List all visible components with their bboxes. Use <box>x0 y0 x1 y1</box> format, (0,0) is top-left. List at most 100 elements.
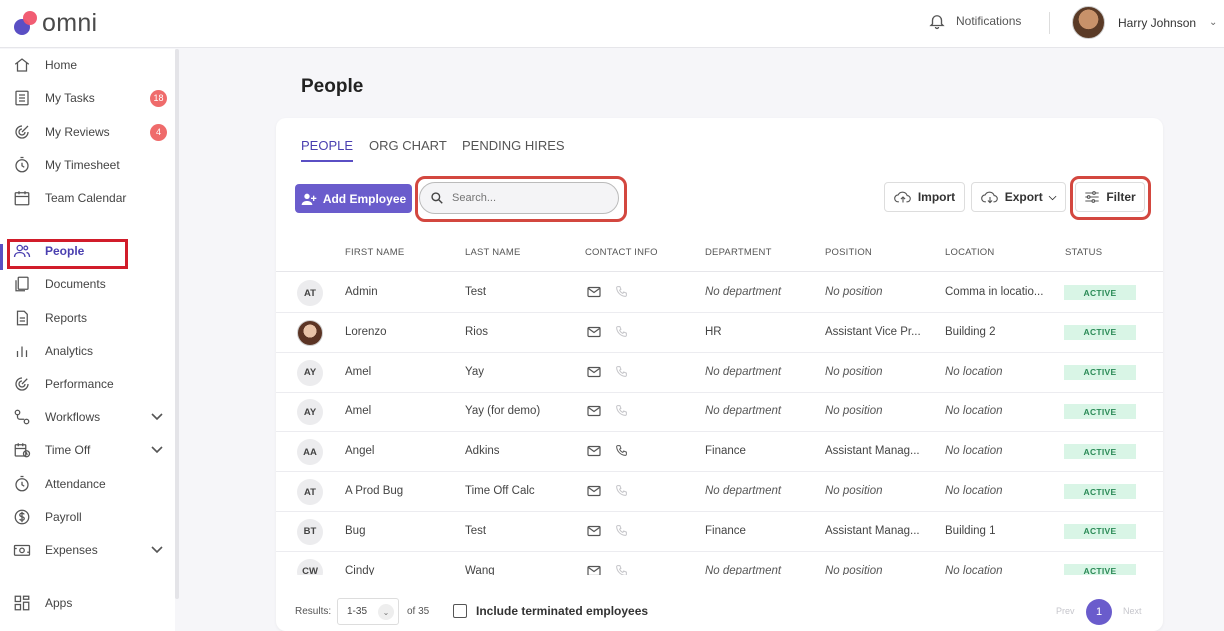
user-menu[interactable]: Harry Johnson ⌄ <box>1072 6 1217 39</box>
sidebar-item-apps[interactable]: Apps <box>0 588 175 618</box>
phone-icon[interactable] <box>615 365 628 378</box>
cell-first: Bug <box>345 524 366 537</box>
top-bar: omni Notifications Harry Johnson ⌄ <box>0 0 1224 48</box>
table-row[interactable]: CW Cindy Wang No department No position No lo… <box>276 552 1163 575</box>
sidebar-item-analytics[interactable]: Analytics <box>0 336 175 366</box>
sidebar: Home My Tasks 18 My Reviews 4 My Timesheet Tea… <box>0 49 175 631</box>
add-employee-button[interactable]: Add Employee <box>295 184 412 213</box>
chevron-down-icon[interactable] <box>151 543 163 557</box>
cell-department: HR <box>705 325 722 338</box>
sidebar-scrollbar[interactable] <box>175 49 179 599</box>
table-row[interactable]: AY Amel Yay No department No position No loca… <box>276 353 1163 393</box>
next-page-button[interactable]: Next <box>1123 606 1142 616</box>
people-table-body[interactable]: AT Admin Test No department No position Comma… <box>276 273 1163 575</box>
column-last-name[interactable]: LAST NAME <box>465 247 520 258</box>
column-location[interactable]: LOCATION <box>945 247 994 258</box>
avatar: AY <box>297 399 323 426</box>
phone-icon[interactable] <box>615 524 628 537</box>
add-user-icon <box>301 193 317 205</box>
sidebar-item-performance[interactable]: Performance <box>0 369 175 399</box>
phone-icon[interactable] <box>615 444 628 457</box>
phone-icon[interactable] <box>615 484 628 497</box>
sidebar-item-my-timesheet[interactable]: My Timesheet <box>0 150 175 180</box>
sidebar-item-label: Performance <box>45 377 114 391</box>
avatar: CW <box>297 558 323 575</box>
prev-page-button[interactable]: Prev <box>1056 606 1075 616</box>
table-row[interactable]: BT Bug Test Finance Assistant Manag... Buildi… <box>276 512 1163 552</box>
phone-icon[interactable] <box>615 564 628 575</box>
cell-position: Assistant Vice Pr... <box>825 325 921 338</box>
cell-first: Amel <box>345 405 372 418</box>
cell-department: Finance <box>705 524 746 537</box>
sidebar-item-label: Expenses <box>45 543 98 557</box>
results-range-value: 1-35 <box>347 606 368 617</box>
tab-org-chart[interactable]: ORG CHART <box>369 138 447 162</box>
table-row[interactable]: AT A Prod Bug Time Off Calc No department No… <box>276 472 1163 512</box>
email-icon[interactable] <box>587 525 601 537</box>
column-department[interactable]: DEPARTMENT <box>705 247 772 258</box>
results-range-select[interactable]: 1-35 ⌄ <box>337 598 399 625</box>
sidebar-item-label: Time Off <box>45 443 91 457</box>
chevron-down-icon: ⌄ <box>1209 17 1218 28</box>
sidebar-item-time-off[interactable]: Time Off <box>0 435 175 465</box>
notifications-button[interactable]: Notifications <box>928 12 1021 30</box>
column-position[interactable]: POSITION <box>825 247 872 258</box>
import-label: Import <box>917 190 956 204</box>
sidebar-item-reports[interactable]: Reports <box>0 303 175 333</box>
column-status[interactable]: STATUS <box>1065 247 1102 258</box>
sidebar-item-expenses[interactable]: Expenses <box>0 535 175 565</box>
omni-logo[interactable]: omni <box>12 6 97 40</box>
email-icon[interactable] <box>587 445 601 457</box>
email-icon[interactable] <box>587 405 601 417</box>
sidebar-item-attendance[interactable]: Attendance <box>0 469 175 499</box>
sidebar-item-workflows[interactable]: Workflows <box>0 402 175 432</box>
export-button[interactable]: Export ⌵ <box>971 182 1066 212</box>
include-terminated-checkbox[interactable] <box>453 604 467 618</box>
table-row[interactable]: AA Angel Adkins Finance Assistant Manag... No… <box>276 432 1163 473</box>
avatar: AY <box>297 359 323 386</box>
email-icon[interactable] <box>587 286 601 298</box>
sidebar-item-documents[interactable]: Documents <box>0 269 175 299</box>
import-button[interactable]: Import <box>884 182 965 212</box>
include-terminated-label[interactable]: Include terminated employees <box>476 604 648 618</box>
phone-icon[interactable] <box>615 404 628 417</box>
tab-pending-hires[interactable]: PENDING HIRES <box>462 138 565 162</box>
sidebar-item-label: Analytics <box>45 344 94 358</box>
people-highlight <box>7 239 128 269</box>
cloud-upload-icon <box>893 191 911 203</box>
cell-position: No position <box>825 365 883 378</box>
sidebar-item-team-calendar[interactable]: Team Calendar <box>0 183 175 213</box>
count-badge: 4 <box>150 123 167 141</box>
chevron-down-icon[interactable] <box>151 443 163 457</box>
sidebar-item-payroll[interactable]: Payroll <box>0 502 175 532</box>
cell-first: Amel <box>345 365 372 378</box>
results-total: of 35 <box>407 606 430 617</box>
tab-people[interactable]: PEOPLE <box>301 138 354 162</box>
email-icon[interactable] <box>587 485 601 497</box>
phone-icon[interactable] <box>615 285 628 298</box>
email-icon[interactable] <box>587 326 601 338</box>
table-row[interactable]: Lorenzo Rios HR Assistant Vice Pr... Buildin… <box>276 313 1163 353</box>
sidebar-item-my-tasks[interactable]: My Tasks 18 <box>0 83 175 113</box>
sidebar-item-home[interactable]: Home <box>0 50 175 80</box>
table-row[interactable]: AY Amel Yay (for demo) No department No posi… <box>276 392 1163 433</box>
email-icon[interactable] <box>587 366 601 378</box>
sidebar-item-my-reviews[interactable]: My Reviews 4 <box>0 117 175 147</box>
chevron-down-icon[interactable] <box>151 410 163 424</box>
cell-location: Comma in locatio... <box>945 286 1044 298</box>
performance-icon <box>13 375 31 393</box>
page-number-button[interactable]: 1 <box>1086 599 1112 625</box>
add-employee-label: Add Employee <box>322 191 407 206</box>
cell-position: No position <box>825 286 883 298</box>
notifications-label: Notifications <box>956 14 1022 28</box>
sidebar-item-label: Team Calendar <box>45 191 127 205</box>
sidebar-item-label: Home <box>45 58 78 72</box>
email-icon[interactable] <box>587 565 601 575</box>
user-avatar <box>1072 6 1105 39</box>
table-row[interactable]: AT Admin Test No department No position Comma… <box>276 273 1163 313</box>
phone-icon[interactable] <box>615 325 628 338</box>
cell-last: Test <box>465 524 487 537</box>
column-first-name[interactable]: FIRST NAME <box>345 247 404 258</box>
sidebar-item-label: Workflows <box>45 410 101 424</box>
time-off-icon <box>13 441 31 459</box>
